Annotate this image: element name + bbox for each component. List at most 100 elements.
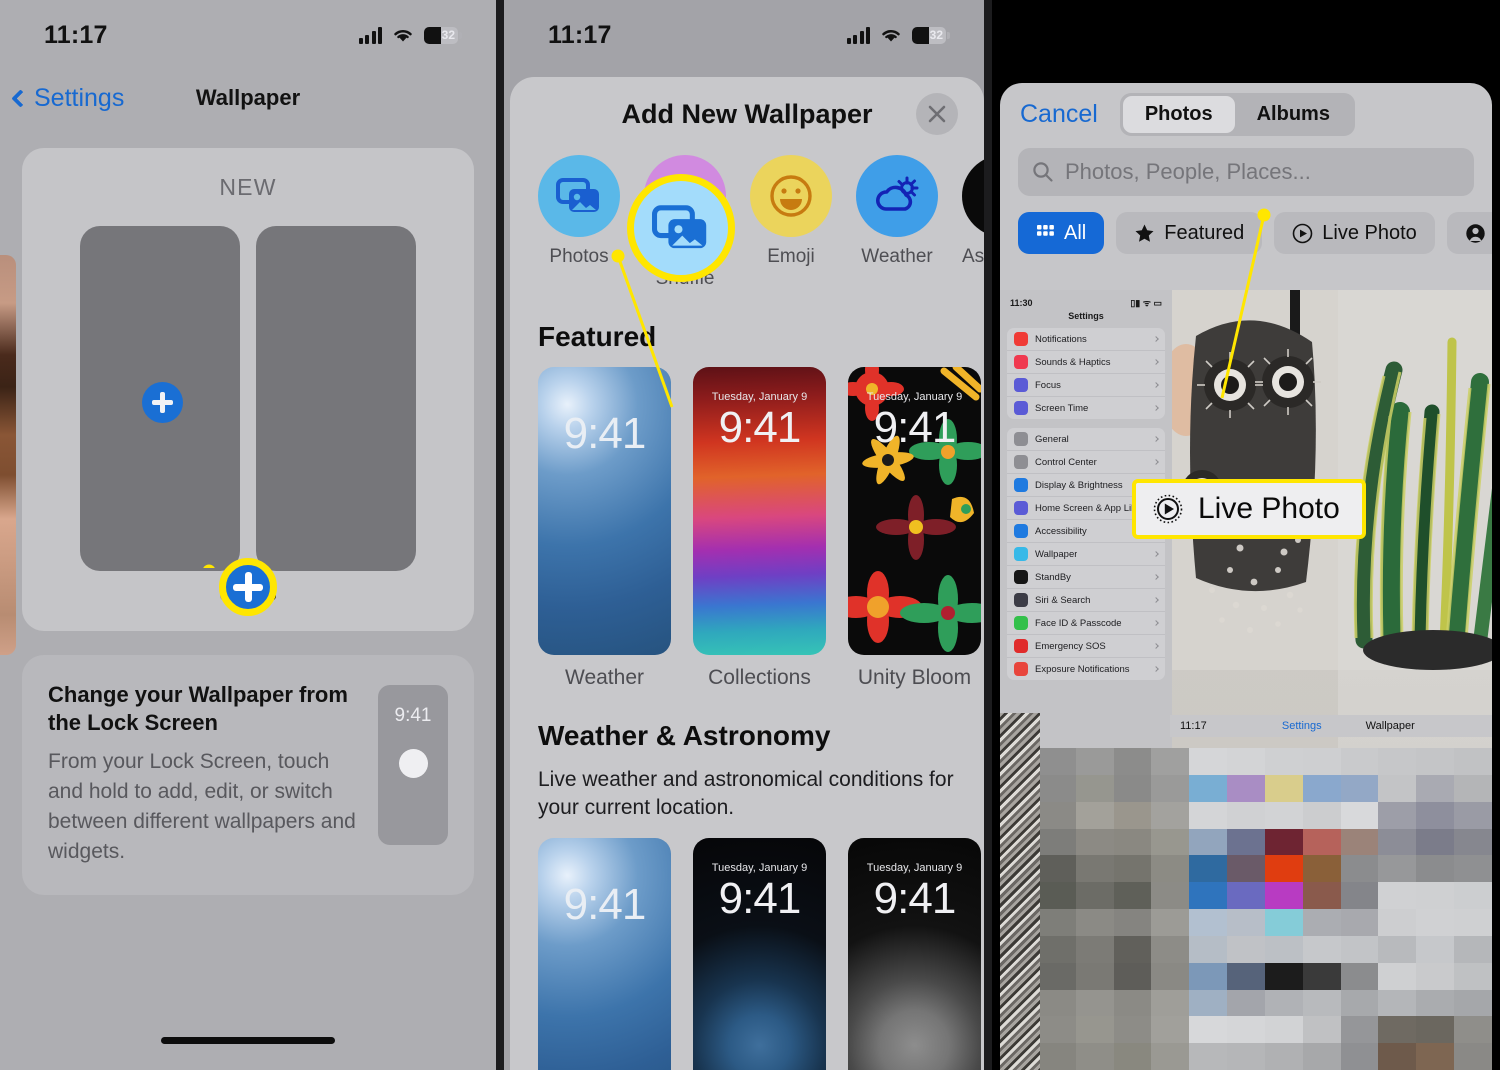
list-item-label: Notifications xyxy=(1035,333,1087,345)
filter-chip-live-photo[interactable]: Live Photo xyxy=(1274,212,1435,254)
mosaic-side-strip xyxy=(1000,713,1040,1070)
chevron-right-icon xyxy=(1153,459,1159,465)
focus-icon xyxy=(1014,378,1028,392)
chevron-right-icon xyxy=(1153,574,1159,580)
list-item[interactable]: Siri & Search xyxy=(1007,588,1165,611)
list-item[interactable]: StandBy xyxy=(1007,565,1165,588)
cellular-bars-icon xyxy=(846,26,870,44)
accessibility-icon xyxy=(1014,524,1028,538)
list-item-label: Exposure Notifications xyxy=(1035,663,1130,675)
home-screen-icon xyxy=(1014,501,1028,515)
battery-icon: 32 xyxy=(424,26,462,44)
mini-settings-group-2: General Control Center Display & Brightn… xyxy=(1007,428,1165,680)
list-item[interactable]: Focus xyxy=(1007,373,1165,396)
battery-level: 32 xyxy=(441,28,455,42)
category-photos[interactable]: Photos xyxy=(538,155,620,291)
list-item[interactable]: Screen Time xyxy=(1007,396,1165,419)
add-wallpaper-button-highlighted[interactable] xyxy=(219,558,277,616)
wallpaper-preview-home[interactable] xyxy=(256,226,416,571)
home-indicator xyxy=(161,1037,335,1044)
chevron-right-icon xyxy=(1153,666,1159,672)
wallpaper-card[interactable]: Tuesday, January 9 9:41 xyxy=(693,838,826,1070)
wallpaper-label: Unity Bloom xyxy=(857,665,972,689)
search-placeholder: Photos, People, Places... xyxy=(1065,159,1311,184)
astronomy-icon xyxy=(962,155,984,237)
list-item[interactable]: Emergency SOS xyxy=(1007,634,1165,657)
mini-wallpaper-title: Wallpaper xyxy=(1365,720,1415,732)
sounds-icon xyxy=(1014,355,1028,369)
category-weather[interactable]: Weather xyxy=(856,155,938,291)
list-item[interactable]: Wallpaper xyxy=(1007,542,1165,565)
mini-status-bar: 11:30 ▯▮ ᯤ ▭ xyxy=(1000,290,1172,311)
wallpaper-thumb: 9:41 xyxy=(538,366,671,655)
wallpaper-card[interactable]: 9:41 xyxy=(538,838,671,1070)
wallpaper-label: Collections xyxy=(708,665,811,689)
display-icon xyxy=(1014,478,1028,492)
list-item[interactable]: General xyxy=(1007,428,1165,450)
filter-chip-all[interactable]: All xyxy=(1018,212,1105,254)
filter-chip-featured[interactable]: Featured xyxy=(1116,212,1263,254)
search-input[interactable]: Photos, People, Places... xyxy=(1018,148,1474,196)
wallpaper-thumb: Tuesday, January 9 9:41 xyxy=(848,838,981,1070)
list-item-label: StandBy xyxy=(1035,571,1071,583)
wallpaper-card[interactable]: Tuesday, January 9 9:41 Unity Bloom xyxy=(848,366,981,690)
wifi-icon xyxy=(394,29,412,42)
chevron-left-icon xyxy=(11,88,30,108)
wallpaper-icon xyxy=(1014,547,1028,561)
mini-status-icons: ▯▮ ᯤ ▭ xyxy=(1130,298,1162,308)
status-time: 11:17 xyxy=(44,20,108,49)
list-item-label: Display & Brightness xyxy=(1035,479,1123,491)
wallpaper-thumb: Tuesday, January 9 9:41 xyxy=(693,366,826,655)
wallpaper-card[interactable]: Tuesday, January 9 9:41 Collections xyxy=(693,366,826,690)
panel-wallpaper-settings: 11:17 32 Settings Wallpaper NEW Change y… xyxy=(0,0,496,1070)
chevron-right-icon xyxy=(1153,597,1159,603)
add-wallpaper-sheet: Add New Wallpaper Photos Emoji Weather A… xyxy=(510,77,984,1070)
panel-photo-picker: Cancel Photos Albums Photos, People, Pla… xyxy=(992,0,1492,1070)
list-item-label: Wallpaper xyxy=(1035,548,1078,560)
list-item[interactable]: Exposure Notifications xyxy=(1007,657,1165,680)
list-item[interactable]: Control Center xyxy=(1007,450,1165,473)
weather-astronomy-subtitle: Live weather and astronomical conditions… xyxy=(538,767,954,819)
tab-photos[interactable]: Photos xyxy=(1122,95,1235,133)
list-item[interactable]: Face ID & Passcode xyxy=(1007,611,1165,634)
siri-icon xyxy=(1014,593,1028,607)
wallpaper-card[interactable]: Tuesday, January 9 9:41 xyxy=(848,838,981,1070)
add-wallpaper-button-small[interactable] xyxy=(142,382,183,423)
pixelated-photo-region xyxy=(1038,748,1492,1070)
live-photo-icon xyxy=(1292,223,1313,243)
chevron-right-icon xyxy=(1153,551,1159,557)
category-emoji[interactable]: Emoji xyxy=(750,155,832,291)
live-photo-callout: Live Photo xyxy=(1132,479,1366,539)
list-item[interactable]: Notifications xyxy=(1007,328,1165,350)
new-wallpaper-card: NEW xyxy=(22,148,474,631)
status-indicators: 32 xyxy=(846,26,950,44)
wallpaper-thumb: Tuesday, January 9 9:41 xyxy=(693,838,826,1070)
list-item[interactable]: Sounds & Haptics xyxy=(1007,350,1165,373)
back-to-settings-button[interactable]: Settings xyxy=(11,84,124,113)
weather-astronomy-heading: Weather & Astronomy xyxy=(538,719,831,751)
category-astronomy[interactable]: Astronomy xyxy=(962,155,984,291)
wallpaper-time: 9:41 xyxy=(873,402,957,452)
photos-option-highlight[interactable] xyxy=(627,174,735,282)
cancel-button[interactable]: Cancel xyxy=(1020,100,1098,129)
tip-body: From your Lock Screen, touch and hold to… xyxy=(48,750,356,863)
face-id-icon xyxy=(1014,616,1028,630)
tab-albums[interactable]: Albums xyxy=(1235,96,1352,133)
weather-astronomy-row: 9:41 Tuesday, January 9 9:41 Tuesday, Ja… xyxy=(510,838,984,1070)
callout-label: Live Photo xyxy=(1198,492,1340,525)
search-icon xyxy=(1033,162,1053,182)
featured-heading: Featured xyxy=(538,320,657,352)
wallpaper-card[interactable]: 9:41 Weather xyxy=(538,366,671,690)
mini-title: Settings xyxy=(1068,311,1104,321)
filter-chip-people[interactable]: People xyxy=(1446,212,1492,254)
chevron-right-icon xyxy=(1153,382,1159,388)
status-time: 11:17 xyxy=(548,20,612,49)
tip-phone-illustration: 9:41 xyxy=(378,685,448,845)
sheet-header: Add New Wallpaper xyxy=(510,77,984,151)
close-icon[interactable] xyxy=(916,93,958,135)
category-label: Astronomy xyxy=(962,246,984,267)
photos-icon xyxy=(538,155,620,237)
general-icon xyxy=(1014,432,1028,446)
grid-icon xyxy=(1037,224,1054,236)
live-photo-icon xyxy=(1153,494,1183,524)
